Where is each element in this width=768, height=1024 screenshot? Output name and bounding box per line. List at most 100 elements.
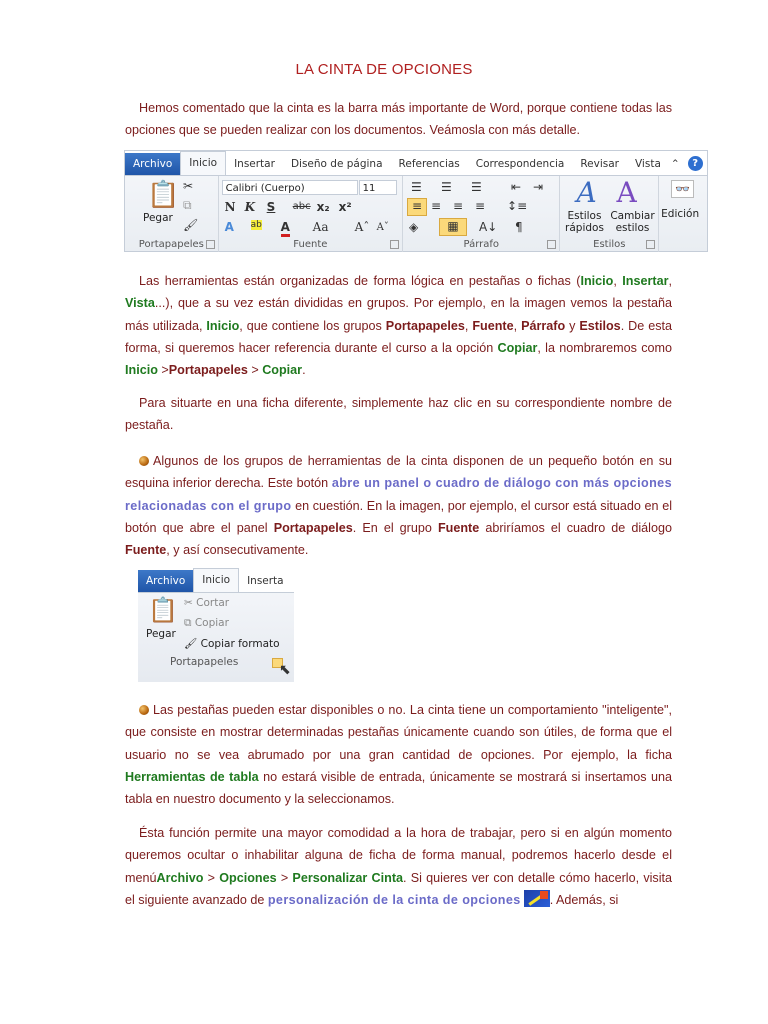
cut-item: ✂ Cortar — [184, 597, 230, 609]
emphasis-text: Herramientas de tabla — [125, 769, 259, 784]
paragraph-customize: Ésta función permite una mayor comodidad… — [125, 822, 672, 911]
cut-icon: ✂ — [183, 179, 194, 193]
bullet-icon — [139, 705, 149, 715]
indent-icon: ⇤ — [511, 180, 522, 194]
font-size-combo: 11 — [358, 180, 397, 195]
copy-label: Copiar — [194, 617, 229, 629]
body-text: > — [157, 363, 169, 378]
cursor-icon: ⬉ — [279, 662, 291, 678]
edit-label: Edición — [661, 208, 700, 220]
body-text: , — [513, 318, 522, 333]
advanced-link-icon[interactable] — [523, 889, 550, 907]
dialog-launcher-icon — [205, 240, 215, 249]
body-text: . — [302, 363, 306, 378]
body-text: , la nombraremos como — [537, 340, 672, 355]
body-text: . En el grupo — [352, 520, 438, 535]
change-styles-label: Cambiar estilos — [610, 210, 655, 234]
body-text: Las herramientas están organizadas de fo… — [139, 274, 581, 288]
document-page: LA CINTA DE OPCIONES Hemos comentado que… — [0, 0, 768, 1024]
format-painter-item: 🖌 Copiar formato — [184, 638, 280, 650]
change-case-icon: Aa — [312, 220, 329, 234]
strikethrough-icon: abc — [292, 201, 311, 212]
group-label: Párrafo — [463, 239, 500, 250]
shrink-font-icon: Aˇ — [376, 222, 389, 233]
ribbon-screenshot: Archivo Inicio Insertar Diseño de página… — [124, 150, 708, 252]
help-icon: ? — [687, 156, 703, 171]
emphasis-text: Inicio — [125, 363, 158, 378]
tab-inicio: Inicio — [180, 151, 227, 175]
paragraph-contextual-tabs: Las pestañas pueden estar disponibles o … — [125, 699, 672, 810]
paste-icon: 📋 — [148, 596, 178, 624]
tab-diseno: Diseño de página — [290, 158, 383, 170]
collapse-ribbon-icon: ⌃ — [670, 158, 680, 170]
dialog-launcher-icon — [547, 240, 557, 249]
quick-styles-label: Estilos rápidos — [565, 210, 604, 234]
paragraph-switch-tab: Para situarte en una ficha diferente, si… — [125, 392, 672, 437]
italic-icon: K — [244, 200, 256, 214]
body-text: y — [565, 318, 580, 333]
page-title: LA CINTA DE OPCIONES — [295, 61, 473, 78]
portapapeles-screenshot: Archivo Inicio Inserta 📋 Pegar ✂ Cortar … — [138, 568, 294, 682]
body-text: > — [203, 870, 220, 885]
emphasis-text: Párrafo — [521, 318, 566, 333]
paragraph-intro: Hemos comentado que la cinta es la barra… — [125, 97, 672, 142]
cut-label: Cortar — [196, 597, 230, 609]
underline-icon: S — [266, 200, 276, 214]
group-label: Portapapeles — [170, 656, 239, 668]
copy-item: ⧉ Copiar — [184, 617, 229, 629]
body-text: > — [276, 870, 293, 885]
paragraph-tabs: Las herramientas están organizadas de fo… — [125, 270, 672, 381]
emphasis-text: Personalizar Cinta — [292, 870, 404, 885]
group-label: Portapapeles — [138, 239, 204, 250]
grow-font-icon: Aˆ — [354, 220, 370, 234]
body-text: , — [668, 274, 673, 288]
outdent-icon: ⇥ — [533, 180, 544, 194]
numbering-icon: ☰ — [441, 180, 452, 194]
emphasis-text: Fuente — [125, 543, 167, 558]
tab-insertar: Inserta — [247, 575, 284, 587]
pilcrow-icon: ¶ — [515, 220, 523, 234]
sort-icon: A↓ — [479, 220, 498, 234]
change-styles-icon: A — [616, 176, 637, 209]
body-text: . Además, si — [549, 892, 619, 907]
body-text: Las pestañas pueden estar disponibles o … — [125, 703, 672, 762]
binoculars-icon: 👓 — [671, 180, 695, 198]
emphasis-text: Copiar — [262, 363, 303, 378]
group-label: Estilos — [593, 239, 626, 250]
group-parrafo: ☰ ☰ ☰ ⇤ ⇥ ≡ ≡ ≡ ≡ ↕≡ ◈ ▦ A↓ ¶ Párrafo — [403, 176, 561, 252]
tab-correspondencia: Correspondencia — [475, 158, 565, 170]
emphasis-text: Fuente — [472, 318, 514, 333]
tab-inicio: Inicio — [193, 568, 240, 592]
format-painter-icon: 🖌 — [183, 218, 199, 232]
align-center-icon: ≡ — [431, 199, 442, 213]
group-edicion: 👓 Edición — [659, 176, 707, 252]
group-portapapeles: 📋 Pegar ✂ ⧉ 🖌 Portapapeles — [125, 176, 219, 252]
line-spacing-icon: ↕≡ — [507, 199, 528, 213]
emphasis-text: Archivo — [156, 870, 204, 885]
shading-icon: ◈ — [409, 220, 419, 234]
body-text: , y así consecutivamente. — [166, 543, 309, 558]
bullet-icon — [139, 456, 149, 466]
paste-icon: 📋 — [147, 180, 180, 210]
body-text: > — [247, 363, 263, 378]
ribbon-tabs: Archivo Inicio Inserta — [138, 568, 294, 593]
body-text: , — [613, 274, 623, 288]
paste-label: Pegar — [146, 628, 176, 640]
tab-archivo: Archivo — [138, 570, 194, 592]
tab-insertar: Insertar — [234, 158, 275, 170]
emphasis-text: Copiar — [497, 340, 538, 355]
tab-referencias: Referencias — [398, 158, 460, 170]
superscript-icon: x² — [338, 200, 352, 214]
link-text[interactable]: personalización de la cinta de opciones — [268, 893, 521, 907]
dialog-launcher-icon — [390, 240, 400, 249]
emphasis-text: Fuente — [437, 520, 480, 535]
tab-vista: Vista — [634, 158, 661, 170]
body-text: Hemos comentado que la cinta es la barra… — [125, 101, 672, 138]
bullets-icon: ☰ — [411, 180, 422, 194]
emphasis-text: Portapapeles — [385, 318, 465, 333]
emphasis-text: Estilos — [579, 318, 621, 333]
ribbon-tabs: Archivo Inicio Insertar Diseño de página… — [125, 151, 707, 176]
tab-archivo: Archivo — [125, 153, 181, 175]
body-text: , que contiene los grupos — [239, 318, 386, 333]
body-text: Para situarte en una ficha diferente, si… — [125, 396, 672, 433]
